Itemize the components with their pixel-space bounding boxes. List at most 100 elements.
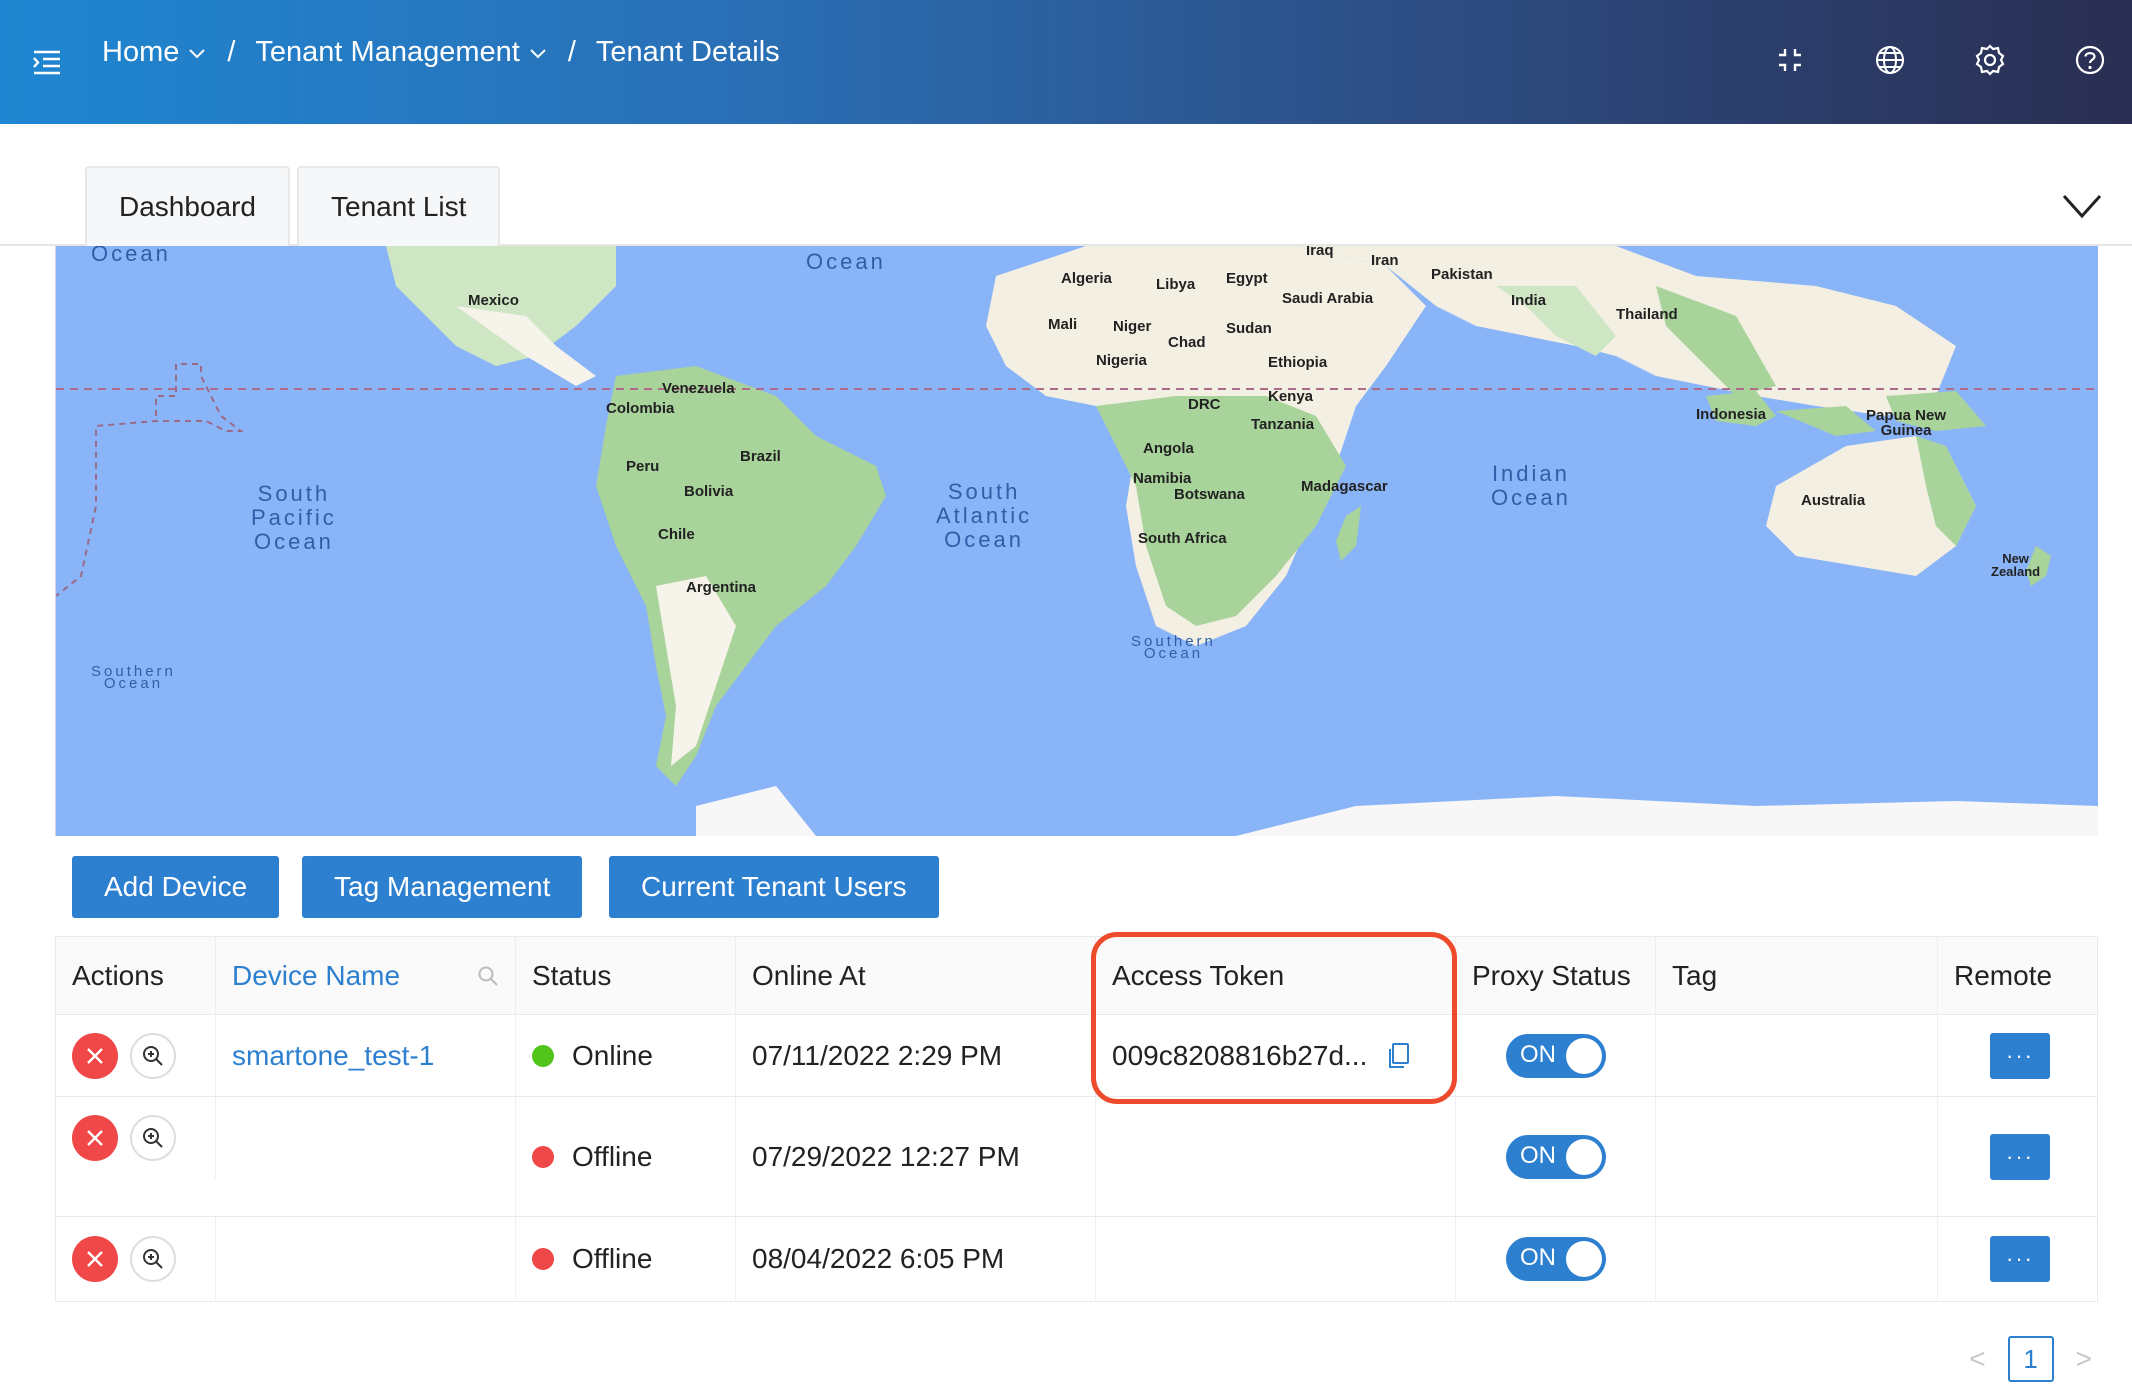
remote-more-button[interactable]: ··· [1990, 1236, 2050, 1282]
top-header: Home / Tenant Management / Tenant Detail… [0, 0, 2132, 124]
tag-management-button[interactable]: Tag Management [302, 856, 583, 918]
search-icon[interactable] [477, 965, 499, 987]
copy-icon[interactable] [1387, 1042, 1411, 1070]
ocean-label: Southern Ocean [1131, 633, 1216, 662]
country-label: Tanzania [1251, 416, 1315, 433]
delete-button[interactable] [72, 1236, 118, 1282]
proxy-toggle[interactable]: ON [1506, 1033, 1606, 1078]
row-actions [56, 1097, 216, 1179]
close-icon [87, 1047, 103, 1064]
close-icon [87, 1251, 103, 1267]
table-row: Offline 08/04/2022 6:05 PM ON ··· [56, 1217, 2097, 1301]
column-header-proxy-status: Proxy Status [1456, 937, 1656, 1015]
add-device-button[interactable]: Add Device [72, 856, 280, 918]
row-actions [56, 1015, 216, 1096]
country-label: Egypt [1226, 270, 1268, 287]
online-at-cell: 07/11/2022 2:29 PM [736, 1015, 1096, 1096]
tab-dashboard[interactable]: Dashboard [85, 166, 290, 246]
proxy-toggle-label: ON [1520, 1141, 1556, 1169]
breadcrumb-tenant-management[interactable]: Tenant Management [255, 36, 547, 69]
country-label: Colombia [606, 400, 675, 417]
tag-cell [1656, 1217, 1938, 1301]
country-label: India [1511, 292, 1547, 309]
ocean-label: Ocean [806, 249, 886, 274]
column-header-device-name-label: Device Name [232, 960, 401, 991]
zoom-in-button[interactable] [130, 1115, 176, 1161]
country-label: Australia [1801, 492, 1866, 509]
delete-button[interactable] [72, 1115, 118, 1161]
breadcrumb-tenant-management-label: Tenant Management [255, 36, 520, 68]
tab-tenant-list[interactable]: Tenant List [297, 166, 501, 246]
column-header-remote: Remote [1954, 960, 2053, 991]
breadcrumb-separator: / [567, 36, 576, 68]
tab-tenant-list-label: Tenant List [331, 191, 467, 222]
gear-icon[interactable] [1970, 40, 2010, 80]
tag-cell [1656, 1015, 1938, 1096]
current-tenant-users-button[interactable]: Current Tenant Users [609, 856, 939, 918]
country-label: Pakistan [1431, 266, 1493, 283]
remote-cell: ··· [1938, 1097, 2099, 1216]
column-header-online-at: Online At [736, 937, 1096, 1015]
status-text: Offline [572, 1243, 653, 1274]
status-cell: Online [516, 1015, 736, 1096]
device-name-cell [216, 1217, 516, 1301]
access-token-cell: 009c8208816b27d... [1096, 1015, 1456, 1096]
pagination-next[interactable]: > [2076, 1343, 2092, 1375]
tag-cell [1656, 1097, 1938, 1216]
pagination-prev[interactable]: < [1969, 1343, 1985, 1375]
remote-more-button[interactable]: ··· [1990, 1133, 2050, 1180]
map-landmass [56, 246, 2098, 836]
chevron-down-icon[interactable] [2058, 182, 2106, 230]
proxy-status-cell: ON [1456, 1015, 1656, 1096]
status-offline-dot [532, 1248, 554, 1270]
access-token-cell [1096, 1217, 1456, 1301]
ocean-label: Indian Ocean [1491, 461, 1571, 510]
column-header-tag: Tag [1656, 937, 1938, 1015]
status-offline-dot [532, 1145, 554, 1168]
country-label: Argentina [686, 579, 757, 596]
device-table: Actions Device Name Status Online At Acc… [55, 936, 2098, 1302]
country-label: Algeria [1061, 270, 1112, 287]
country-label: Libya [1156, 276, 1196, 293]
breadcrumb-separator: / [227, 36, 236, 68]
country-label: Brazil [740, 448, 781, 465]
zoom-in-icon [143, 1249, 163, 1269]
globe-icon[interactable] [1870, 40, 1910, 80]
chevron-down-icon [530, 48, 546, 58]
zoom-in-button[interactable] [130, 1236, 176, 1282]
zoom-in-button[interactable] [130, 1032, 176, 1079]
country-label: Mexico [468, 292, 519, 309]
ocean-label: Ocean [91, 246, 171, 266]
proxy-toggle[interactable]: ON [1506, 1134, 1606, 1179]
remote-cell: ··· [1938, 1015, 2099, 1096]
online-at-cell: 08/04/2022 6:05 PM [736, 1217, 1096, 1301]
country-label: Niger [1113, 318, 1152, 335]
country-label: South Africa [1138, 530, 1227, 547]
status-text: Offline [572, 1140, 653, 1172]
country-label: Venezuela [662, 380, 735, 397]
toggle-knob [1566, 1241, 1602, 1277]
country-label: Papua New Guinea [1866, 407, 1947, 439]
menu-toggle-icon[interactable] [30, 44, 66, 80]
tab-bar: Dashboard Tenant List [0, 124, 2132, 246]
pagination: < 1 > [1969, 1336, 2092, 1382]
chevron-down-icon [189, 48, 206, 58]
fullscreen-icon[interactable] [1770, 40, 1810, 80]
pagination-page-1[interactable]: 1 [2007, 1336, 2054, 1382]
ocean-label: South Atlantic Ocean [936, 479, 1033, 552]
help-icon[interactable] [2070, 40, 2110, 80]
country-label: Chad [1168, 334, 1206, 351]
breadcrumb-home[interactable]: Home [102, 36, 207, 69]
column-header-device-name[interactable]: Device Name [216, 937, 516, 1015]
delete-button[interactable] [72, 1032, 118, 1079]
status-cell: Offline [516, 1217, 736, 1301]
breadcrumb-tenant-details: Tenant Details [596, 36, 780, 69]
status-cell: Offline [516, 1097, 736, 1216]
remote-more-button[interactable]: ··· [1990, 1032, 2050, 1079]
country-label: Sudan [1226, 320, 1272, 337]
toggle-knob [1566, 1138, 1602, 1175]
column-header-access-token: Access Token [1096, 937, 1456, 1015]
world-map[interactable]: Ocean Ocean South Pacific Ocean South At… [55, 246, 2098, 836]
proxy-toggle[interactable]: ON [1506, 1237, 1606, 1281]
device-name-link[interactable]: smartone_test-1 [232, 1040, 434, 1072]
